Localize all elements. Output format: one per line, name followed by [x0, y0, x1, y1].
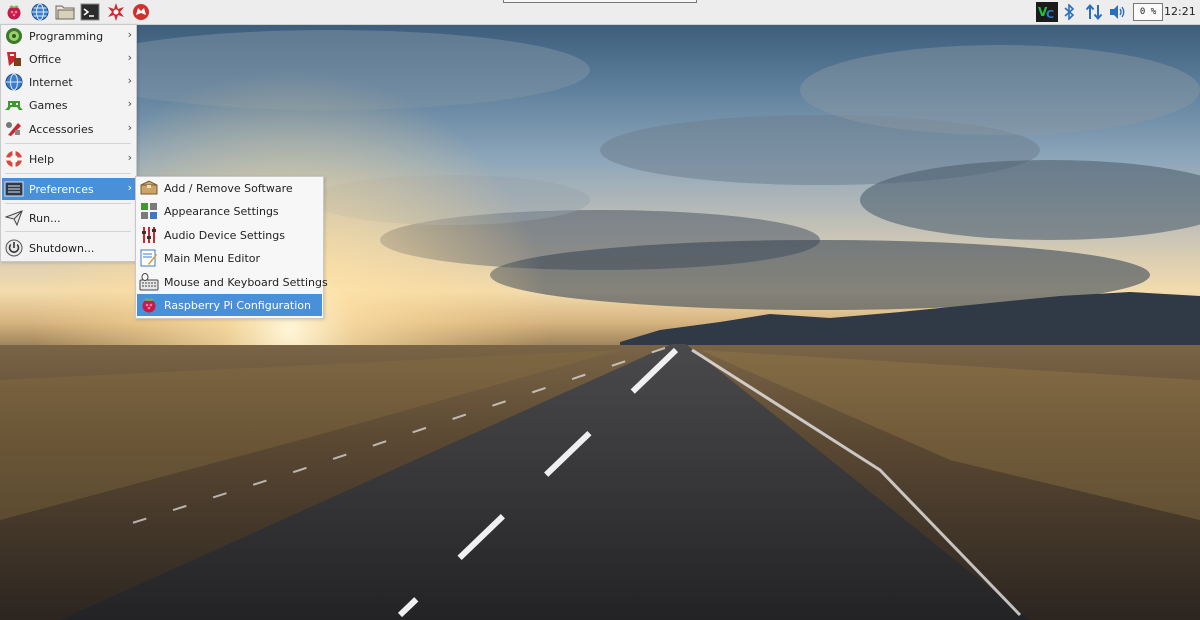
terminal-icon[interactable]	[80, 2, 100, 22]
chevron-right-icon: ›	[127, 51, 132, 64]
chevron-right-icon: ›	[127, 74, 132, 87]
menu-item-label: Programming	[29, 29, 104, 43]
submenu-item-label: Appearance Settings	[164, 204, 279, 218]
menu-item-run[interactable]: Run...	[2, 207, 135, 229]
menu-item-label: Office	[29, 52, 62, 66]
taskbar-window-button[interactable]	[503, 0, 697, 3]
menu-item-accessories[interactable]: Accessories ›	[2, 118, 135, 140]
submenu-item-label: Raspberry Pi Configuration	[164, 298, 312, 312]
submenu-item-label: Add / Remove Software	[164, 181, 293, 195]
submenu-item-label: Audio Device Settings	[164, 228, 285, 242]
menu-item-label: Shutdown...	[29, 241, 95, 255]
file-manager-icon[interactable]	[55, 2, 75, 22]
submenu-item-raspberry-pi-configuration[interactable]: Raspberry Pi Configuration	[137, 294, 322, 316]
menu-item-programming[interactable]: Programming ›	[2, 25, 135, 47]
chevron-right-icon: ›	[127, 121, 132, 134]
preferences-submenu: Add / Remove Software Appearance Setting…	[135, 176, 328, 319]
wolfram-icon[interactable]	[131, 2, 151, 22]
package-icon	[139, 178, 159, 198]
internet-globe-icon	[4, 72, 24, 92]
menu-item-label: Games	[29, 98, 68, 112]
keyboard-mouse-icon	[139, 272, 159, 292]
help-lifebuoy-icon	[4, 149, 24, 169]
chevron-right-icon: ›	[127, 97, 132, 110]
menu-editor-icon	[139, 248, 159, 268]
games-icon	[4, 95, 24, 115]
submenu-item-label: Mouse and Keyboard Settings	[164, 275, 328, 289]
mathematica-icon[interactable]	[106, 2, 126, 22]
menu-item-label: Accessories	[29, 122, 94, 136]
raspberry-menu-icon[interactable]	[4, 2, 24, 22]
submenu-item-mouse-keyboard-settings[interactable]: Mouse and Keyboard Settings	[137, 271, 328, 293]
chevron-right-icon: ›	[127, 151, 132, 164]
menu-item-internet[interactable]: Internet ›	[2, 71, 135, 93]
svg-text:C: C	[1046, 8, 1054, 21]
menu-item-label: Help	[29, 152, 55, 166]
menu-separator	[5, 231, 131, 232]
raspberry-config-icon	[139, 295, 159, 315]
menu-item-label: Preferences	[29, 182, 94, 196]
clock[interactable]: 12:21	[1164, 5, 1196, 18]
menu-item-label: Internet	[29, 75, 73, 89]
submenu-item-audio-device-settings[interactable]: Audio Device Settings	[137, 224, 322, 246]
menu-separator	[5, 173, 131, 174]
bluetooth-icon[interactable]	[1061, 2, 1077, 22]
submenu-item-label: Main Menu Editor	[164, 251, 261, 265]
chevron-right-icon: ›	[127, 28, 132, 41]
menu-item-games[interactable]: Games ›	[2, 94, 135, 116]
audio-mixer-icon	[139, 225, 159, 245]
menu-item-help[interactable]: Help ›	[2, 148, 135, 170]
submenu-item-add-remove-software[interactable]: Add / Remove Software	[137, 177, 322, 199]
programming-icon	[4, 26, 24, 46]
menu-item-label: Run...	[29, 211, 61, 225]
volume-icon[interactable]	[1108, 2, 1128, 22]
run-icon	[4, 208, 24, 228]
web-browser-icon[interactable]	[30, 2, 50, 22]
cpu-usage-monitor[interactable]: 0 %	[1133, 3, 1163, 21]
menu-separator	[5, 143, 131, 144]
network-arrows-icon[interactable]	[1084, 2, 1104, 22]
menu-item-shutdown[interactable]: Shutdown...	[2, 237, 135, 259]
top-panel: V C 0 % 12:21	[0, 0, 1200, 25]
accessories-icon	[4, 119, 24, 139]
menu-item-office[interactable]: Office ›	[2, 48, 135, 70]
menu-separator	[5, 203, 131, 204]
vnc-icon[interactable]: V C	[1036, 2, 1058, 22]
appearance-icon	[139, 201, 159, 221]
office-icon	[4, 49, 24, 69]
shutdown-icon	[4, 238, 24, 258]
submenu-item-main-menu-editor[interactable]: Main Menu Editor	[137, 247, 322, 269]
application-menu: Programming › Office › Internet › Games …	[0, 24, 137, 262]
chevron-right-icon: ›	[127, 181, 132, 194]
menu-item-preferences[interactable]: Preferences ›	[2, 178, 135, 200]
submenu-item-appearance-settings[interactable]: Appearance Settings	[137, 200, 322, 222]
preferences-icon	[4, 179, 24, 199]
